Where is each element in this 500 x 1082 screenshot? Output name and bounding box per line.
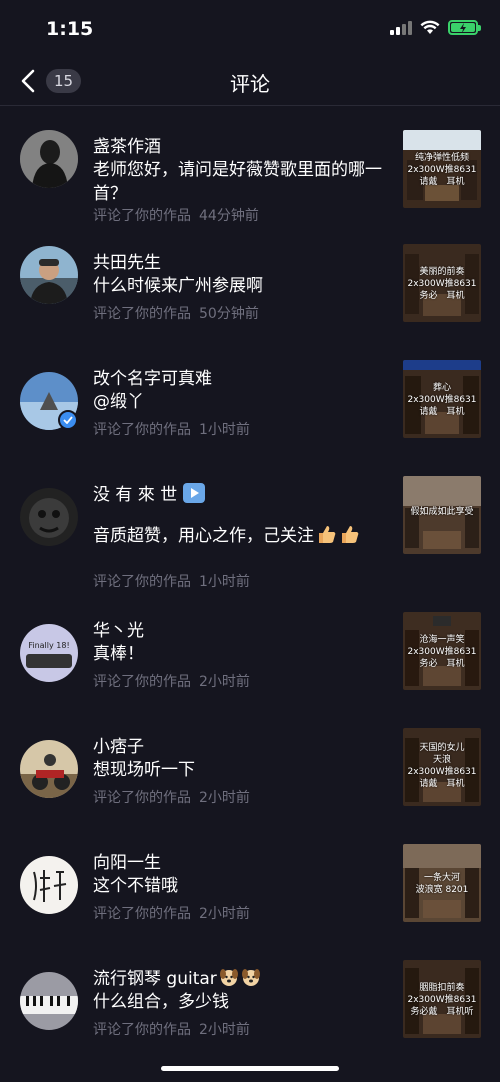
video-thumbnail[interactable]: 纯净弹性低频 2x300W推8631 请戴 耳机 (403, 130, 481, 208)
comment-action: 评论了你的作品 (93, 306, 191, 322)
nav-bar: 15 评论 (0, 58, 500, 106)
comment-item[interactable]: 没 有 來 世 音质超赞，用心之作，己关注 评论了你的作品 1小时前 假如成如此享… (0, 454, 500, 590)
thumbnail-caption: 沧海一声笑 2x300W推8631 务必 耳机 (407, 635, 477, 669)
comment-time: 2小时前 (199, 674, 250, 690)
status-bar: 1:15 (0, 0, 500, 58)
comment-action: 评论了你的作品 (93, 790, 191, 806)
comment-action: 评论了你的作品 (93, 906, 191, 922)
comment-meta: 评论了你的作品 1小时前 (93, 419, 250, 439)
video-thumbnail[interactable]: 胭脂扣前奏 2x300W推8631 务必戴 耳机听 (403, 960, 481, 1038)
video-thumbnail[interactable]: 葬心 2x300W推8631 请戴 耳机 (403, 360, 481, 438)
video-thumbnail[interactable]: 美丽的前奏 2x300W推8631 务必 耳机 (403, 244, 481, 322)
home-indicator[interactable] (161, 1066, 339, 1071)
thumbnail-caption: 假如成如此享受 (410, 507, 474, 517)
wifi-icon (420, 20, 440, 34)
commenter-name[interactable]: 盏茶作酒 (93, 132, 161, 157)
dog-emoji-icon (219, 969, 238, 986)
avatar[interactable]: Finally 18! (20, 624, 78, 682)
avatar[interactable] (20, 740, 78, 798)
comment-time: 50分钟前 (199, 306, 259, 322)
thumbnail-caption: 一条大河 波浪宽 8201 (415, 873, 469, 895)
video-thumbnail[interactable]: 假如成如此享受 (403, 476, 481, 554)
video-thumbnail[interactable]: 沧海一声笑 2x300W推8631 务必 耳机 (403, 612, 481, 690)
comment-item[interactable]: 改个名字可真难 @缎丫 评论了你的作品 1小时前 葬心 2x300W推8631 请戴 … (0, 338, 500, 454)
comment-text: @缎丫 (93, 392, 144, 412)
comment-action: 评论了你的作品 (93, 574, 191, 590)
signal-icon (390, 20, 412, 35)
comment-item[interactable]: 小痞子 想现场听一下 评论了你的作品 2小时前 天国的女儿 天浪 2x300W推863… (0, 706, 500, 822)
play-emoji-icon (183, 483, 206, 503)
comment-action: 评论了你的作品 (93, 422, 191, 438)
comment-time: 2小时前 (199, 790, 250, 806)
status-icons (390, 20, 481, 35)
comment-text: 真棒！ (93, 644, 144, 664)
comment-action: 评论了你的作品 (93, 674, 191, 690)
thumbnail-caption: 纯净弹性低频 2x300W推8631 请戴 耳机 (407, 153, 477, 187)
comment-action: 评论了你的作品 (93, 1022, 191, 1038)
comment-item[interactable]: 盏茶作酒 老师您好，请问是好薇赞歌里面的哪一首？ 评论了你的作品 44分钟前 纯净… (0, 106, 500, 224)
commenter-name[interactable]: 华丶光 (93, 616, 144, 641)
thumbnail-caption: 葬心 2x300W推8631 请戴 耳机 (407, 383, 477, 417)
comment-meta: 评论了你的作品 1小时前 (93, 571, 250, 591)
avatar[interactable] (20, 246, 78, 304)
avatar[interactable] (20, 130, 78, 188)
comment-time: 2小时前 (199, 906, 250, 922)
avatar[interactable] (20, 488, 78, 546)
comment-item[interactable]: Finally 18! 华丶光 真棒！ 评论了你的作品 2小时前 沧海一声笑 2x3… (0, 590, 500, 706)
comment-text: 想现场听一下 (93, 760, 195, 780)
thumbnail-caption: 天国的女儿 天浪 2x300W推8631 请戴 耳机 (407, 743, 477, 789)
dog-emoji-icon (241, 969, 260, 986)
commenter-name[interactable]: 向阳一生 (93, 848, 161, 873)
commenter-name[interactable]: 共田先生 (93, 248, 161, 273)
video-thumbnail[interactable]: 一条大河 波浪宽 8201 (403, 844, 481, 922)
commenter-name[interactable]: 改个名字可真难 (93, 364, 212, 389)
comment-text: 什么时候来广州参展啊 (93, 276, 263, 296)
commenter-name[interactable]: 没 有 來 世 (93, 480, 206, 505)
comment-item[interactable]: 共田先生 什么时候来广州参展啊 评论了你的作品 50分钟前 美丽的前奏 2x300W… (0, 222, 500, 338)
comment-meta: 评论了你的作品 2小时前 (93, 1019, 250, 1039)
battery-icon (448, 20, 481, 35)
comment-text: 这个不错哦 (93, 876, 178, 896)
comment-meta: 评论了你的作品 50分钟前 (93, 303, 259, 323)
commenter-name[interactable]: 流行钢琴 guitar (93, 964, 261, 989)
avatar[interactable] (20, 856, 78, 914)
comment-text: 音质超赞，用心之作，己关注 (93, 524, 393, 548)
comment-item[interactable]: 流行钢琴 guitar 什么组合，多少钱 评论了你的作品 2小时前 胭脂扣前奏 2x… (0, 938, 500, 1054)
thumbs-up-emoji-icon (319, 526, 336, 543)
comment-meta: 评论了你的作品 2小时前 (93, 671, 250, 691)
thumbnail-caption: 美丽的前奏 2x300W推8631 务必 耳机 (407, 267, 477, 301)
page-title: 评论 (230, 72, 270, 96)
comment-time: 1小时前 (199, 574, 250, 590)
verified-icon (58, 410, 78, 430)
comment-item[interactable]: 向阳一生 这个不错哦 评论了你的作品 2小时前 一条大河 波浪宽 8201 (0, 822, 500, 938)
comment-time: 2小时前 (199, 1022, 250, 1038)
comment-meta: 评论了你的作品 2小时前 (93, 903, 250, 923)
thumbnail-caption: 胭脂扣前奏 2x300W推8631 务必戴 耳机听 (407, 983, 477, 1017)
video-thumbnail[interactable]: 天国的女儿 天浪 2x300W推8631 请戴 耳机 (403, 728, 481, 806)
comment-text: 什么组合，多少钱 (93, 992, 229, 1012)
status-time: 1:15 (46, 18, 94, 40)
avatar[interactable] (20, 972, 78, 1030)
commenter-name[interactable]: 小痞子 (93, 732, 144, 757)
comment-text: 老师您好，请问是好薇赞歌里面的哪一首？ (93, 160, 382, 204)
avatar-label: Finally 18! (28, 641, 69, 650)
comment-time: 1小时前 (199, 422, 250, 438)
comment-meta: 评论了你的作品 2小时前 (93, 787, 250, 807)
thumbs-up-emoji-icon (342, 526, 359, 543)
